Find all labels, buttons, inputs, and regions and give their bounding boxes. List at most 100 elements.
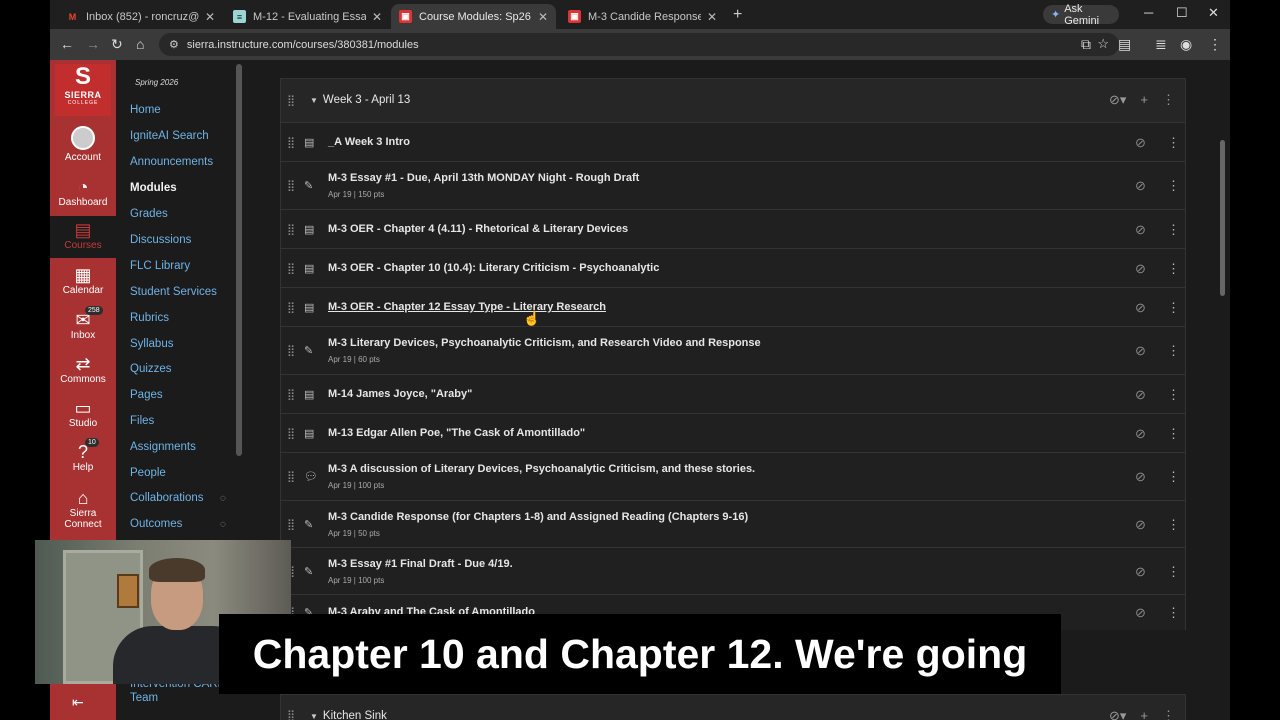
drag-handle-icon[interactable]: ⣿ — [287, 344, 295, 357]
menu-icon[interactable]: ⋮ — [1208, 36, 1222, 52]
unpublished-icon[interactable]: ⊘ — [1135, 426, 1146, 442]
nav-courses[interactable]: ▤ Courses — [50, 216, 116, 258]
drag-handle-icon[interactable]: ⣿ — [287, 136, 295, 149]
maximize-icon[interactable]: ☐ — [1176, 5, 1188, 21]
module-item[interactable]: ⣿ ✎ M-3 Candide Response (for Chapters 1… — [281, 501, 1185, 548]
tab-search-icon[interactable]: ▤ — [1118, 36, 1131, 52]
drag-handle-icon[interactable]: ⣿ — [287, 223, 295, 236]
course-nav-scrollbar[interactable] — [236, 64, 242, 456]
forward-icon[interactable]: → — [86, 36, 100, 52]
item-title[interactable]: M-13 Edgar Allen Poe, "The Cask of Amont… — [328, 427, 585, 439]
module-item[interactable]: ⣿ ▤ _A Week 3 Intro ⊘ ⋮ — [281, 123, 1185, 162]
item-title[interactable]: _A Week 3 Intro — [328, 136, 410, 148]
item-title[interactable]: M-3 OER - Chapter 4 (4.11) - Rhetorical … — [328, 223, 628, 235]
item-title[interactable]: M-3 OER - Chapter 10 (10.4): Literary Cr… — [328, 262, 659, 274]
bookmark-star-icon[interactable]: ☆ — [1097, 36, 1109, 52]
drag-handle-icon[interactable]: ⣿ — [287, 518, 295, 531]
item-title[interactable]: M-3 Literary Devices, Psychoanalytic Cri… — [328, 337, 761, 349]
module-item[interactable]: ⣿ ▤ M-13 Edgar Allen Poe, "The Cask of A… — [281, 414, 1185, 453]
unpublished-icon[interactable]: ⊘ — [1135, 343, 1146, 359]
nav-inbox[interactable]: ✉ 258 Inbox — [50, 306, 116, 341]
course-link-ignite[interactable]: IgniteAI Search — [130, 130, 209, 142]
unpublished-icon[interactable]: ⊘ — [1135, 261, 1146, 277]
unpublished-icon[interactable]: ⊘ — [1135, 564, 1146, 580]
new-tab-icon[interactable]: + — [733, 6, 742, 24]
unpublished-icon[interactable]: ⊘ — [1135, 300, 1146, 316]
add-item-icon[interactable]: + — [1140, 92, 1148, 108]
module-item[interactable]: ⣿ ✎ M-3 Essay #1 - Due, April 13th MONDA… — [281, 162, 1185, 210]
site-info-icon[interactable]: ⚙ — [169, 38, 179, 51]
item-title[interactable]: M-3 Candide Response (for Chapters 1-8) … — [328, 511, 748, 523]
reload-icon[interactable]: ↻ — [111, 36, 123, 52]
item-menu-icon[interactable]: ⋮ — [1167, 564, 1180, 580]
course-link-files[interactable]: Files — [130, 415, 154, 427]
drag-handle-icon[interactable]: ⣿ — [287, 388, 295, 401]
nav-account[interactable]: Account — [50, 126, 116, 163]
nav-help[interactable]: ? 10 Help — [50, 438, 116, 473]
item-title[interactable]: M-3 A discussion of Literary Devices, Ps… — [328, 463, 755, 475]
item-menu-icon[interactable]: ⋮ — [1167, 135, 1180, 151]
unpublished-icon[interactable]: ⊘ — [1135, 222, 1146, 238]
course-link-announcements[interactable]: Announcements — [130, 156, 213, 168]
course-link-modules[interactable]: Modules — [130, 182, 177, 194]
media-icon[interactable]: ≣ — [1155, 36, 1167, 52]
back-icon[interactable]: ← — [60, 36, 74, 52]
address-bar[interactable]: ⚙ sierra.instructure.com/courses/380381/… — [159, 33, 1119, 56]
close-tab-icon[interactable]: ✕ — [707, 10, 717, 24]
item-menu-icon[interactable]: ⋮ — [1167, 222, 1180, 238]
unpublished-icon[interactable]: ⊘▾ — [1109, 708, 1126, 720]
course-link-student-services[interactable]: Student Services — [130, 286, 217, 298]
course-link-rubrics[interactable]: Rubrics — [130, 312, 169, 324]
close-tab-icon[interactable]: ✕ — [372, 10, 382, 24]
item-menu-icon[interactable]: ⋮ — [1167, 605, 1180, 621]
item-menu-icon[interactable]: ⋮ — [1167, 387, 1180, 403]
course-link-discussions[interactable]: Discussions — [130, 234, 191, 246]
home-icon[interactable]: ⌂ — [136, 36, 144, 52]
module-item[interactable]: ⣿ ✎ M-3 Essay #1 Final Draft - Due 4/19.… — [281, 548, 1185, 595]
close-window-icon[interactable]: ✕ — [1208, 5, 1219, 21]
tab-docs[interactable]: ≡ M-12 - Evaluating Essay #2 Sou ✕ — [225, 4, 390, 29]
tab-gmail[interactable]: M Inbox (852) - roncruz@gmail.co ✕ — [58, 4, 223, 29]
item-menu-icon[interactable]: ⋮ — [1167, 178, 1180, 194]
nav-sierra-connect[interactable]: ⌂ Sierra Connect — [50, 488, 116, 530]
item-title[interactable]: M-3 Essay #1 Final Draft - Due 4/19. — [328, 558, 513, 570]
module-item[interactable]: ⣿ 💬︎ M-3 A discussion of Literary Device… — [281, 453, 1185, 501]
course-link-team[interactable]: Team — [130, 692, 158, 704]
tab-candide[interactable]: ▣ M-3 Candide Response (for Ch ✕ — [560, 4, 725, 29]
unpublished-icon[interactable]: ⊘ — [1135, 178, 1146, 194]
unpublished-icon[interactable]: ⊘ — [1135, 605, 1146, 621]
course-link-outcomes[interactable]: Outcomes — [130, 518, 182, 530]
module-item[interactable]: ⣿ ✎ M-3 Literary Devices, Psychoanalytic… — [281, 327, 1185, 375]
unpublished-icon[interactable]: ⊘▾ — [1109, 92, 1126, 108]
course-link-quizzes[interactable]: Quizzes — [130, 363, 172, 375]
item-menu-icon[interactable]: ⋮ — [1167, 261, 1180, 277]
item-menu-icon[interactable]: ⋮ — [1167, 517, 1180, 533]
drag-handle-icon[interactable]: ⣿ — [287, 262, 295, 275]
course-link-people[interactable]: People — [130, 467, 166, 479]
module-item[interactable]: ⣿ ▤ M-3 OER - Chapter 10 (10.4): Literar… — [281, 249, 1185, 288]
module-item[interactable]: ⣿ ▤ M-3 OER - Chapter 4 (4.11) - Rhetori… — [281, 210, 1185, 249]
drag-handle-icon[interactable]: ⣿ — [287, 709, 295, 720]
sierra-college-logo[interactable]: S SIERRA COLLEGE — [55, 64, 111, 116]
drag-handle-icon[interactable]: ⣿ — [287, 94, 295, 107]
course-link-flc-library[interactable]: FLC Library — [130, 260, 190, 272]
module-title[interactable]: ▼ Kitchen Sink — [310, 710, 387, 720]
unpublished-icon[interactable]: ⊘ — [1135, 387, 1146, 403]
ask-gemini-button[interactable]: ✦ Ask Gemini — [1043, 3, 1119, 27]
item-menu-icon[interactable]: ⋮ — [1167, 343, 1180, 359]
close-tab-icon[interactable]: ✕ — [205, 10, 215, 24]
module-item[interactable]: ⣿ ▤ M-14 James Joyce, "Araby" ⊘ ⋮ — [281, 375, 1185, 414]
drag-handle-icon[interactable]: ⣿ — [287, 301, 295, 314]
drag-handle-icon[interactable]: ⣿ — [287, 470, 295, 483]
page-scrollbar[interactable] — [1220, 140, 1225, 296]
item-title[interactable]: M-3 Essay #1 - Due, April 13th MONDAY Ni… — [328, 172, 639, 184]
profile-icon[interactable]: ◉ — [1180, 36, 1192, 52]
item-title[interactable]: M-14 James Joyce, "Araby" — [328, 388, 472, 400]
item-menu-icon[interactable]: ⋮ — [1167, 469, 1180, 485]
module-header[interactable]: ⣿ ▼ Week 3 - April 13 ⊘▾ + ⋮ — [281, 79, 1185, 123]
course-link-collaborations[interactable]: Collaborations — [130, 492, 204, 504]
course-link-home[interactable]: Home — [130, 104, 161, 116]
item-title[interactable]: M-3 OER - Chapter 12 Essay Type - Litera… — [328, 301, 606, 313]
course-link-assignments[interactable]: Assignments — [130, 441, 196, 453]
unpublished-icon[interactable]: ⊘ — [1135, 469, 1146, 485]
